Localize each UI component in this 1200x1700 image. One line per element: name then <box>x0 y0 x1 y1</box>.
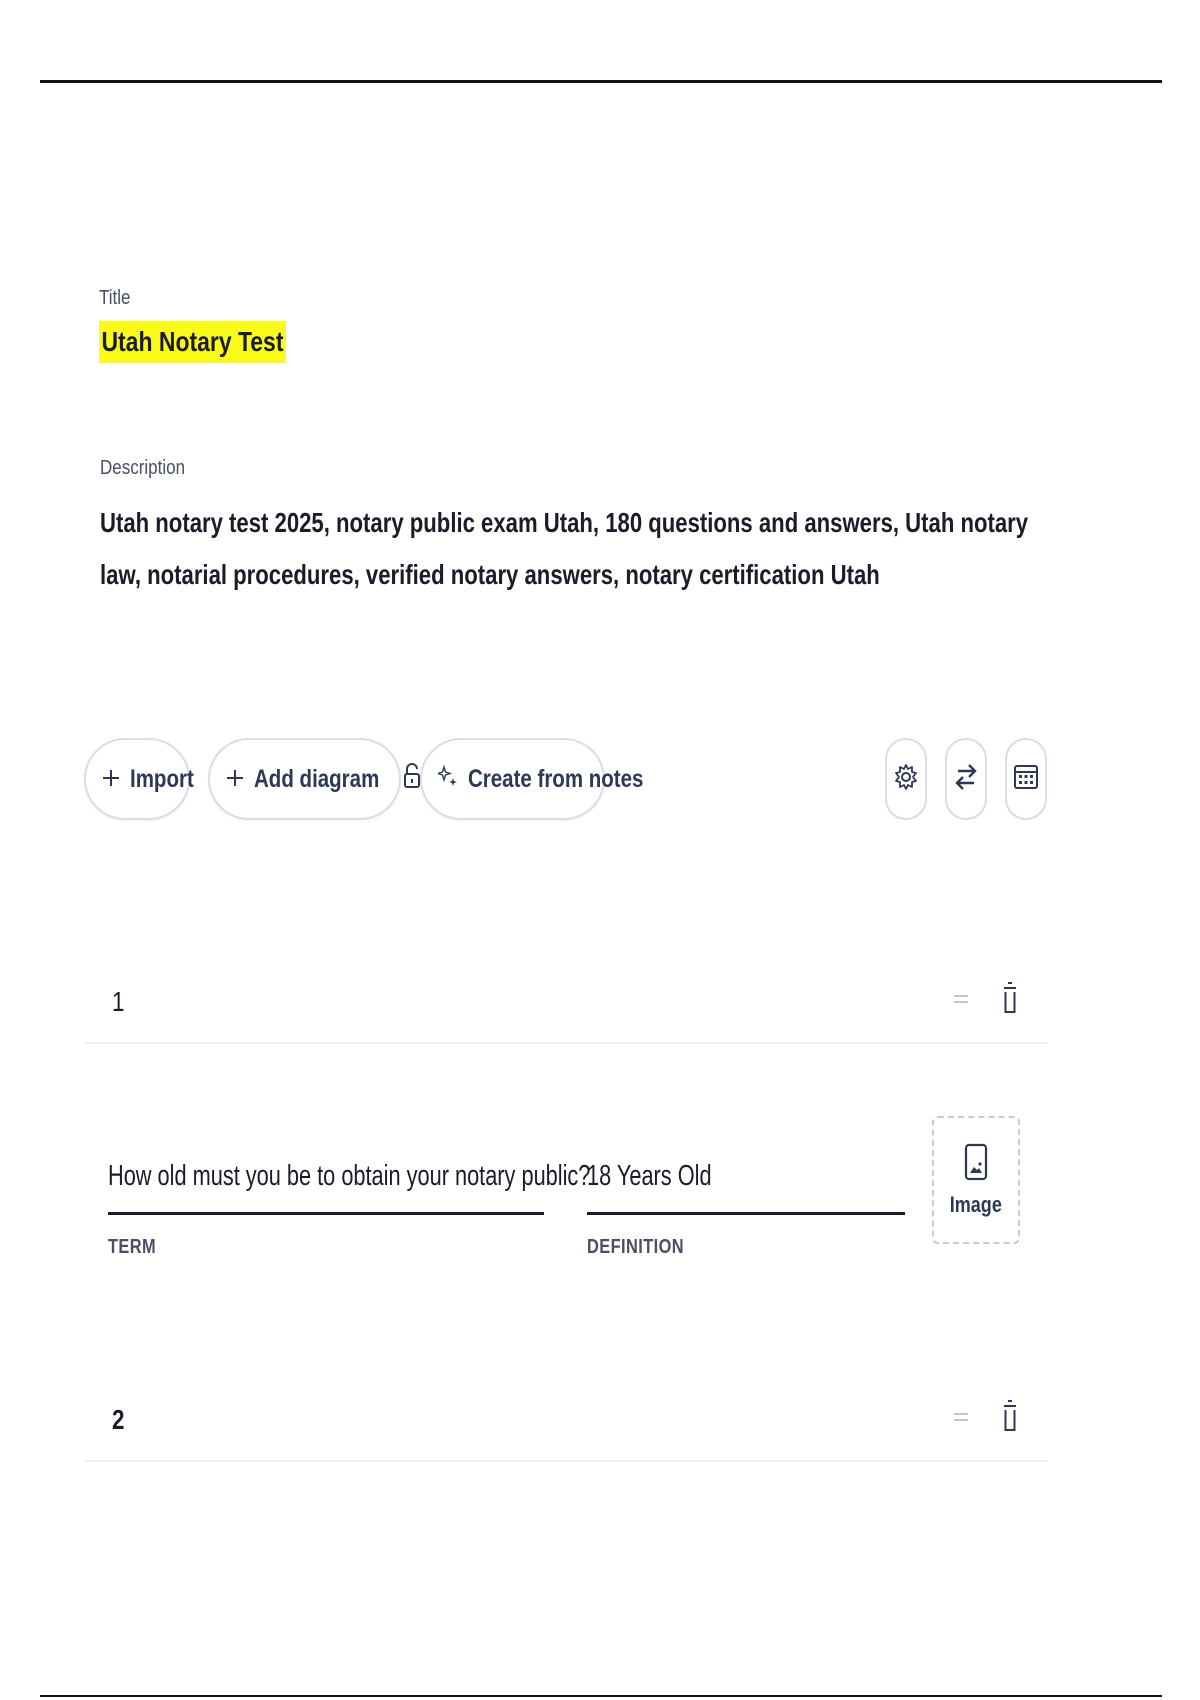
settings-button[interactable] <box>885 738 927 820</box>
definition-label: DEFINITION <box>587 1236 685 1258</box>
add-image-button[interactable]: Image <box>932 1116 1020 1244</box>
swap-icon <box>954 760 978 799</box>
sparkle-icon <box>435 764 458 794</box>
create-from-notes-label: Create from notes <box>468 764 644 793</box>
title-value[interactable]: Utah Notary Test <box>99 321 286 363</box>
title-label: Title <box>99 287 131 309</box>
definition-value: 18 Years Old <box>587 1160 712 1192</box>
image-label: Image <box>949 1191 1003 1217</box>
plus-icon <box>102 765 120 794</box>
drag-handle-icon[interactable] <box>953 992 969 1011</box>
lock-icon <box>403 762 421 797</box>
swap-terms-button[interactable] <box>945 738 987 820</box>
card-header: 1 <box>84 962 1048 1044</box>
card-number: 1 <box>112 986 125 1017</box>
trash-icon[interactable] <box>1002 1398 1018 1439</box>
definition-input[interactable]: 18 Years Old <box>587 1148 905 1215</box>
add-diagram-button[interactable]: Add diagram <box>208 738 420 820</box>
plus-icon <box>226 765 244 794</box>
card-header: 2 <box>84 1380 1048 1462</box>
description-value[interactable]: Utah notary test 2025, notary public exa… <box>100 497 1032 601</box>
card-number: 2 <box>112 1404 125 1435</box>
keyboard-icon <box>1014 764 1038 795</box>
term-value: How old must you be to obtain your notar… <box>108 1160 591 1192</box>
add-diagram-label: Add diagram <box>254 764 380 793</box>
create-from-notes-button[interactable]: Create from notes <box>420 738 643 820</box>
description-label: Description <box>100 457 186 479</box>
image-icon <box>964 1143 988 1186</box>
top-divider <box>40 80 1162 83</box>
import-label: Import <box>130 764 194 793</box>
import-button[interactable]: Import <box>84 738 194 820</box>
bottom-divider <box>40 1695 1162 1697</box>
term-label: TERM <box>108 1236 157 1258</box>
term-input[interactable]: How old must you be to obtain your notar… <box>108 1148 590 1215</box>
keyboard-shortcuts-button[interactable] <box>1005 738 1047 820</box>
gear-icon <box>893 762 919 797</box>
drag-handle-icon[interactable] <box>953 1410 969 1429</box>
trash-icon[interactable] <box>1002 980 1018 1021</box>
